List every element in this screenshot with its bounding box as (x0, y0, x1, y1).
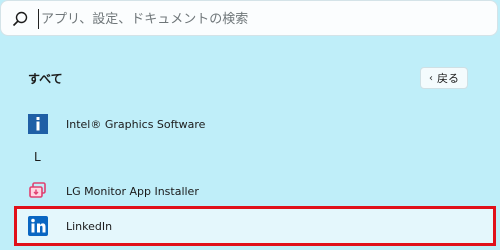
app-item-lg-monitor-installer[interactable]: LG Monitor App Installer (20, 176, 488, 206)
intel-graphics-icon (28, 114, 48, 134)
chevron-left-icon: ‹ (429, 72, 433, 84)
linkedin-icon (28, 216, 48, 236)
lg-installer-icon (29, 182, 46, 198)
section-title: すべて (28, 72, 63, 86)
app-item-label: LinkedIn (66, 219, 113, 233)
search-box[interactable] (0, 0, 498, 36)
search-input[interactable] (38, 9, 481, 29)
app-item-intel-graphics[interactable]: Intel® Graphics Software (20, 109, 488, 139)
letter-header[interactable]: L (34, 150, 41, 164)
back-button[interactable]: ‹ 戻る (420, 67, 468, 89)
app-item-label: Intel® Graphics Software (66, 117, 206, 131)
app-item-linkedin[interactable]: LinkedIn (20, 211, 488, 241)
back-button-label: 戻る (437, 72, 459, 85)
app-item-label: LG Monitor App Installer (66, 184, 199, 198)
search-icon (12, 11, 28, 27)
